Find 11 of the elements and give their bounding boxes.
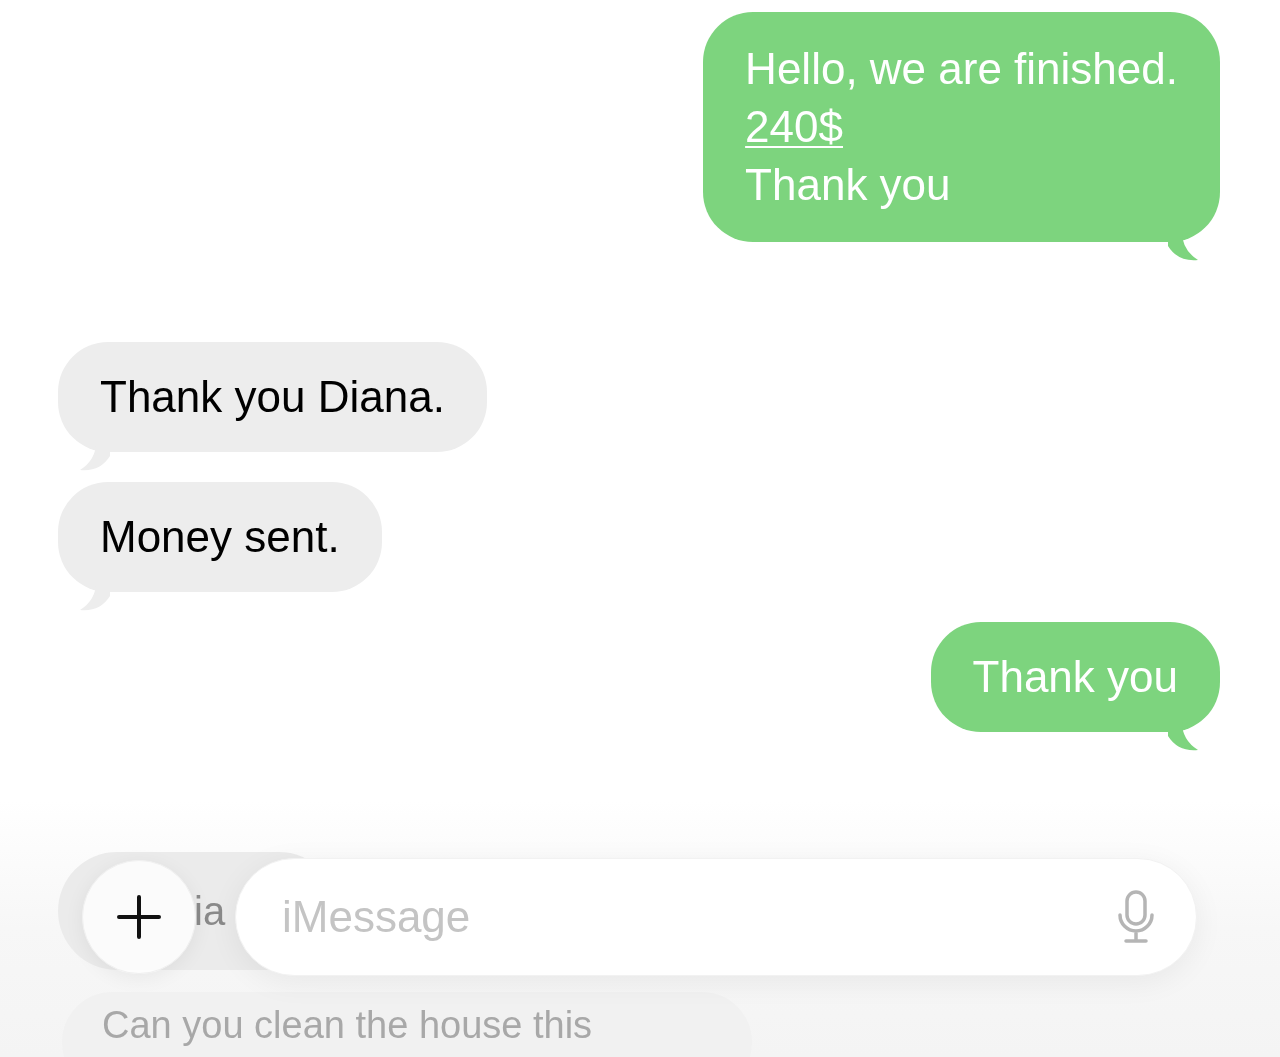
message-text: Thank you Diana. [100, 371, 445, 423]
message-text: Hello, we are finished. [745, 43, 1178, 95]
faded-message-text: Can you clean the house this [102, 1004, 593, 1046]
message-text: Thank you [745, 159, 951, 211]
faded-message-text: ia [194, 888, 226, 935]
message-field[interactable]: iMessage [235, 858, 1197, 976]
message-text: Money sent. [100, 511, 340, 563]
plus-icon [115, 893, 163, 941]
amount-link[interactable]: 240$ [745, 98, 843, 156]
message-input[interactable]: iMessage [282, 884, 1116, 950]
message-text: Thank you [972, 651, 1178, 703]
